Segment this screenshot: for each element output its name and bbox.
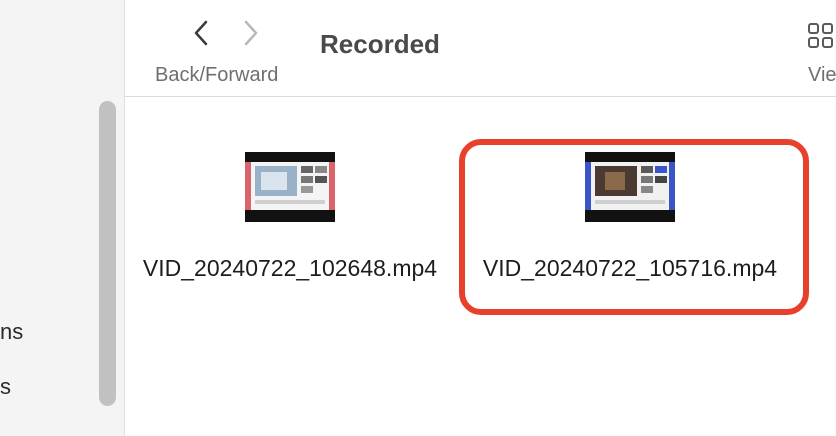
file-name: VID_20240722_102648.mp4 xyxy=(142,255,438,281)
view-label: Vie xyxy=(808,64,836,86)
chevron-right-icon xyxy=(244,20,258,46)
highlight-box xyxy=(459,139,809,315)
file-item[interactable]: VID_20240722_102648.mp4 xyxy=(125,152,455,284)
finder-window: ns s Back/Forward Recorded Vie VID_20240… xyxy=(0,0,836,436)
chevron-left-icon xyxy=(194,20,208,46)
sidebar-item[interactable]: ns xyxy=(0,321,23,343)
back-button[interactable] xyxy=(186,18,216,48)
window-title: Recorded xyxy=(320,29,440,59)
video-thumbnail-image xyxy=(245,162,335,210)
forward-button[interactable] xyxy=(236,18,266,48)
file-browser: VID_20240722_102648.mp4 VID_20240722_105… xyxy=(125,97,836,436)
video-thumbnail xyxy=(245,152,335,222)
sidebar-scrollbar[interactable] xyxy=(99,101,116,406)
sidebar: ns s xyxy=(0,0,125,436)
back-forward-label: Back/Forward xyxy=(155,64,279,86)
grid-view-icon[interactable] xyxy=(807,22,835,50)
toolbar: Back/Forward Recorded Vie xyxy=(125,0,836,97)
sidebar-item[interactable]: s xyxy=(0,376,11,398)
